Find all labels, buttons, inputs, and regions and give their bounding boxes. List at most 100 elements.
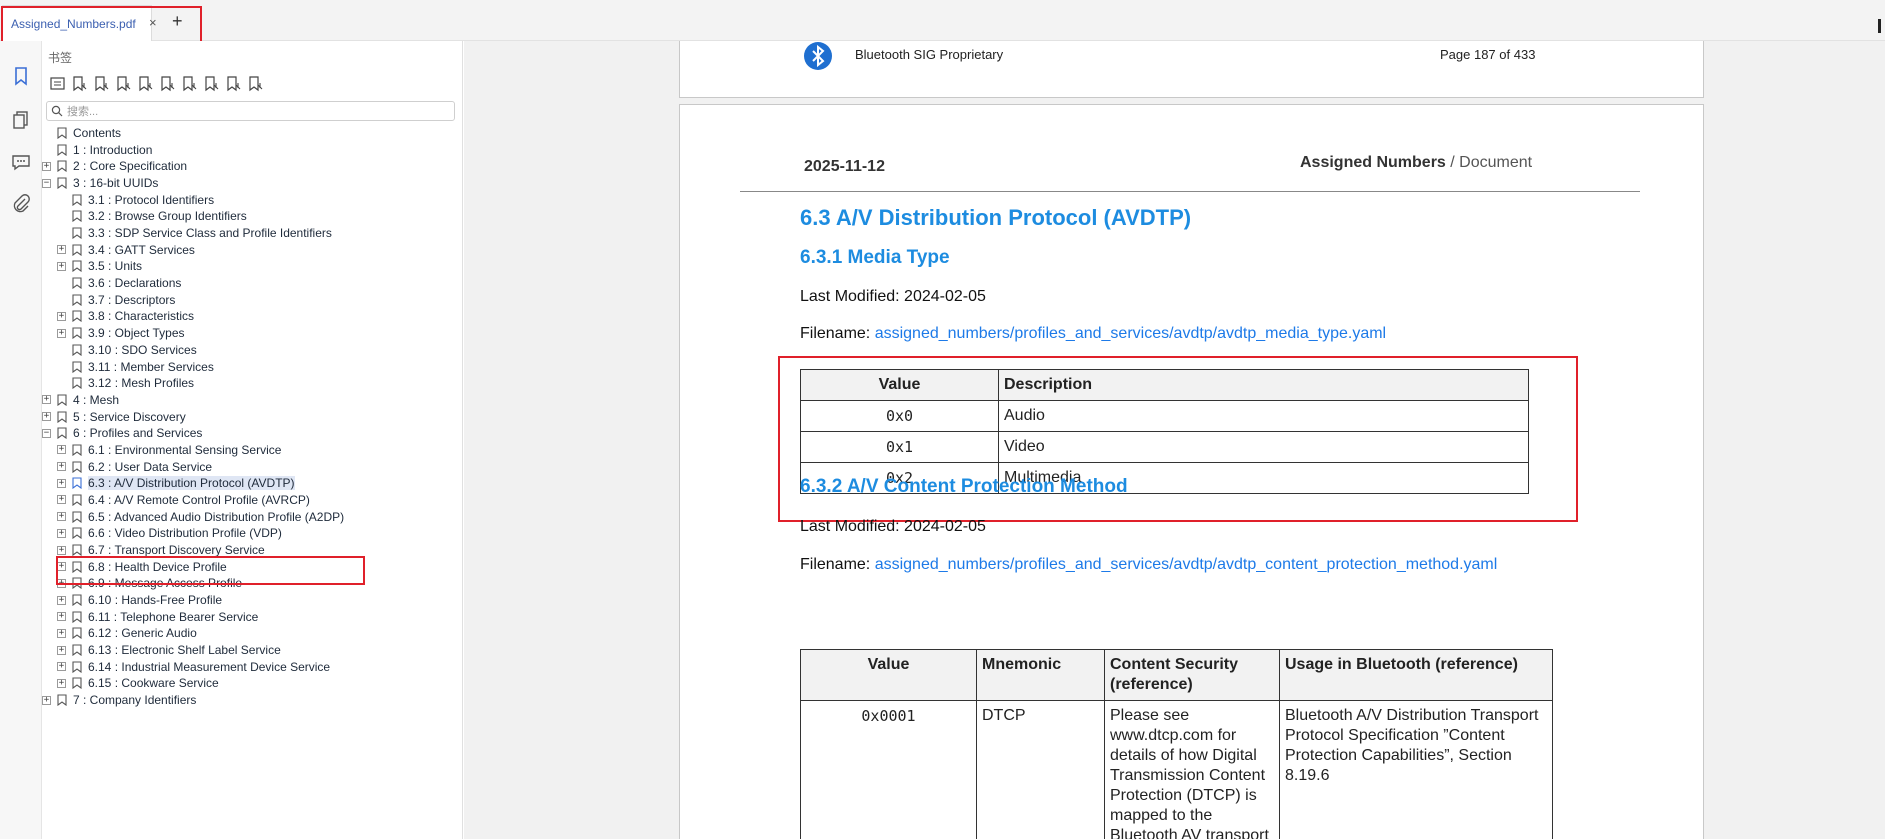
bookmark-item[interactable]: +6.15 : Cookware Service bbox=[57, 674, 219, 692]
bookmark-item[interactable]: +6.4 : A/V Remote Control Profile (AVRCP… bbox=[57, 491, 310, 509]
bookmark-item[interactable]: Contents bbox=[42, 124, 121, 142]
bookmark-label[interactable]: 2 : Core Specification bbox=[73, 159, 187, 173]
bookmark-item[interactable]: +6.2 : User Data Service bbox=[57, 458, 212, 476]
expand-icon[interactable]: + bbox=[42, 695, 51, 705]
filename-link-1[interactable]: assigned_numbers/profiles_and_services/a… bbox=[875, 325, 1386, 342]
bookmark-item[interactable]: +6.13 : Electronic Shelf Label Service bbox=[57, 641, 281, 659]
bookmark-item[interactable]: − 6 : Profiles and Services bbox=[42, 424, 202, 442]
bookmark-label[interactable]: 7 : Company Identifiers bbox=[73, 693, 196, 707]
bookmark-item[interactable]: 3.7 : Descriptors bbox=[57, 291, 175, 309]
bookmark-label[interactable]: 6.9 : Message Access Profile bbox=[88, 576, 242, 590]
expand-icon[interactable]: + bbox=[57, 245, 66, 255]
find-bookmark-icon[interactable] bbox=[246, 74, 265, 93]
tab-title[interactable]: Assigned_Numbers.pdf bbox=[11, 17, 136, 31]
bookmark-label[interactable]: 3 : 16-bit UUIDs bbox=[73, 176, 158, 190]
bookmark-label[interactable]: 3.4 : GATT Services bbox=[88, 243, 195, 257]
expand-icon[interactable]: + bbox=[57, 328, 66, 338]
bookmark-item[interactable]: +6.8 : Health Device Profile bbox=[57, 558, 227, 576]
bookmark-label[interactable]: 6.6 : Video Distribution Profile (VDP) bbox=[88, 526, 282, 540]
bookmark-item[interactable]: 3.1 : Protocol Identifiers bbox=[57, 191, 214, 209]
expand-icon[interactable]: + bbox=[42, 395, 51, 405]
bookmark-item[interactable]: 3.2 : Browse Group Identifiers bbox=[57, 207, 247, 225]
expand-icon[interactable]: + bbox=[57, 445, 66, 455]
bookmark-item[interactable]: 3.12 : Mesh Profiles bbox=[57, 374, 194, 392]
bookmark-item[interactable]: +6.6 : Video Distribution Profile (VDP) bbox=[57, 524, 282, 542]
bookmark-label[interactable]: 6.12 : Generic Audio bbox=[88, 626, 197, 640]
font-decrease-icon[interactable] bbox=[158, 74, 177, 93]
bookmark-label[interactable]: 3.2 : Browse Group Identifiers bbox=[88, 209, 247, 223]
bookmark-item[interactable]: +7 : Company Identifiers bbox=[42, 691, 196, 709]
attachment-icon[interactable] bbox=[10, 193, 32, 215]
bookmark-item[interactable]: +6.1 : Environmental Sensing Service bbox=[57, 441, 281, 459]
bookmark-label[interactable]: 3.3 : SDP Service Class and Profile Iden… bbox=[88, 226, 332, 240]
bookmark-label[interactable]: 6.5 : Advanced Audio Distribution Profil… bbox=[88, 510, 344, 524]
bookmark-page-icon[interactable] bbox=[224, 74, 243, 93]
bookmark-label[interactable]: 6.1 : Environmental Sensing Service bbox=[88, 443, 281, 457]
delete-bookmark-icon[interactable] bbox=[92, 74, 111, 93]
bookmark-label[interactable]: 6.3 : A/V Distribution Protocol (AVDTP) bbox=[88, 476, 295, 491]
expand-icon[interactable]: + bbox=[57, 462, 66, 472]
pages-icon[interactable] bbox=[10, 109, 32, 131]
bookmark-label[interactable]: 6.14 : Industrial Measurement Device Ser… bbox=[88, 660, 330, 674]
document-tab[interactable]: Assigned_Numbers.pdf × bbox=[2, 5, 157, 41]
bookmark-item[interactable]: +6.12 : Generic Audio bbox=[57, 624, 197, 642]
new-tab-button[interactable]: + bbox=[172, 12, 183, 30]
bookmark-label[interactable]: 3.12 : Mesh Profiles bbox=[88, 376, 194, 390]
bookmark-label[interactable]: 3.11 : Member Services bbox=[88, 360, 214, 374]
bookmark-label[interactable]: 3.9 : Object Types bbox=[88, 326, 185, 340]
collapse-icon[interactable]: − bbox=[42, 428, 51, 438]
bookmark-label[interactable]: 5 : Service Discovery bbox=[73, 410, 186, 424]
bookmark-list-icon[interactable] bbox=[48, 74, 67, 93]
bookmark-label[interactable]: 6 : Profiles and Services bbox=[73, 426, 202, 440]
bookmark-item[interactable]: +6.10 : Hands-Free Profile bbox=[57, 591, 222, 609]
bookmark-item[interactable]: 3.6 : Declarations bbox=[57, 274, 181, 292]
bookmark-label[interactable]: 3.7 : Descriptors bbox=[88, 293, 175, 307]
expand-icon[interactable]: + bbox=[57, 512, 66, 522]
bookmark-label[interactable]: 1 : Introduction bbox=[73, 143, 152, 157]
expand-bookmark-icon[interactable] bbox=[180, 74, 199, 93]
filename-link-2[interactable]: assigned_numbers/profiles_and_services/a… bbox=[875, 556, 1498, 573]
comment-icon[interactable] bbox=[10, 151, 32, 173]
bookmark-item[interactable]: +3.5 : Units bbox=[57, 257, 142, 275]
collapse-icon[interactable]: − bbox=[42, 178, 51, 188]
bookmark-item[interactable]: +2 : Core Specification bbox=[42, 157, 187, 175]
bookmark-label[interactable]: 6.7 : Transport Discovery Service bbox=[88, 543, 265, 557]
expand-icon[interactable]: + bbox=[57, 612, 66, 622]
bookmark-label[interactable]: 6.10 : Hands-Free Profile bbox=[88, 593, 222, 607]
expand-icon[interactable]: + bbox=[42, 161, 51, 171]
bookmark-item[interactable]: 3.10 : SDO Services bbox=[57, 341, 197, 359]
bookmark-label[interactable]: 6.8 : Health Device Profile bbox=[88, 560, 227, 574]
bookmark-item[interactable]: 3.11 : Member Services bbox=[57, 358, 214, 376]
expand-icon[interactable]: + bbox=[57, 678, 66, 688]
bookmark-label[interactable]: 6.15 : Cookware Service bbox=[88, 676, 219, 690]
bookmark-item[interactable]: 1 : Introduction bbox=[42, 141, 152, 159]
bookmark-label[interactable]: 6.11 : Telephone Bearer Service bbox=[88, 610, 258, 624]
bookmark-item[interactable]: − 3 : 16-bit UUIDs bbox=[42, 174, 158, 192]
tab-close-icon[interactable]: × bbox=[149, 15, 157, 30]
bookmark-label[interactable]: 6.13 : Electronic Shelf Label Service bbox=[88, 643, 281, 657]
bookmark-search-input[interactable]: 搜索... bbox=[46, 101, 455, 121]
bookmark-item[interactable]: +6.14 : Industrial Measurement Device Se… bbox=[57, 658, 330, 676]
expand-icon[interactable]: + bbox=[57, 528, 66, 538]
bookmark-item[interactable]: +3.9 : Object Types bbox=[57, 324, 185, 342]
bookmark-item[interactable]: +6.3 : A/V Distribution Protocol (AVDTP) bbox=[57, 474, 295, 492]
bookmark-label[interactable]: 3.1 : Protocol Identifiers bbox=[88, 193, 214, 207]
bookmark-item[interactable]: +3.8 : Characteristics bbox=[57, 307, 194, 325]
bookmark-item[interactable]: +6.11 : Telephone Bearer Service bbox=[57, 608, 258, 626]
bookmark-label[interactable]: Contents bbox=[73, 126, 121, 140]
document-view[interactable]: Bluetooth SIG Proprietary Page 187 of 43… bbox=[464, 41, 1885, 839]
expand-icon[interactable]: + bbox=[57, 628, 66, 638]
bookmark-icon[interactable] bbox=[10, 65, 32, 87]
expand-icon[interactable]: + bbox=[57, 478, 66, 488]
expand-icon[interactable]: + bbox=[57, 311, 66, 321]
expand-icon[interactable]: + bbox=[57, 545, 66, 555]
bookmark-item[interactable]: +6.7 : Transport Discovery Service bbox=[57, 541, 265, 559]
collapse-bookmark-icon[interactable] bbox=[202, 74, 221, 93]
bookmark-label[interactable]: 3.5 : Units bbox=[88, 259, 142, 273]
expand-icon[interactable]: + bbox=[42, 412, 51, 422]
bookmark-label[interactable]: 3.8 : Characteristics bbox=[88, 309, 194, 323]
expand-icon[interactable]: + bbox=[57, 645, 66, 655]
bookmark-item[interactable]: +6.5 : Advanced Audio Distribution Profi… bbox=[57, 508, 344, 526]
bookmark-label[interactable]: 3.10 : SDO Services bbox=[88, 343, 197, 357]
bookmark-item[interactable]: +3.4 : GATT Services bbox=[57, 241, 195, 259]
